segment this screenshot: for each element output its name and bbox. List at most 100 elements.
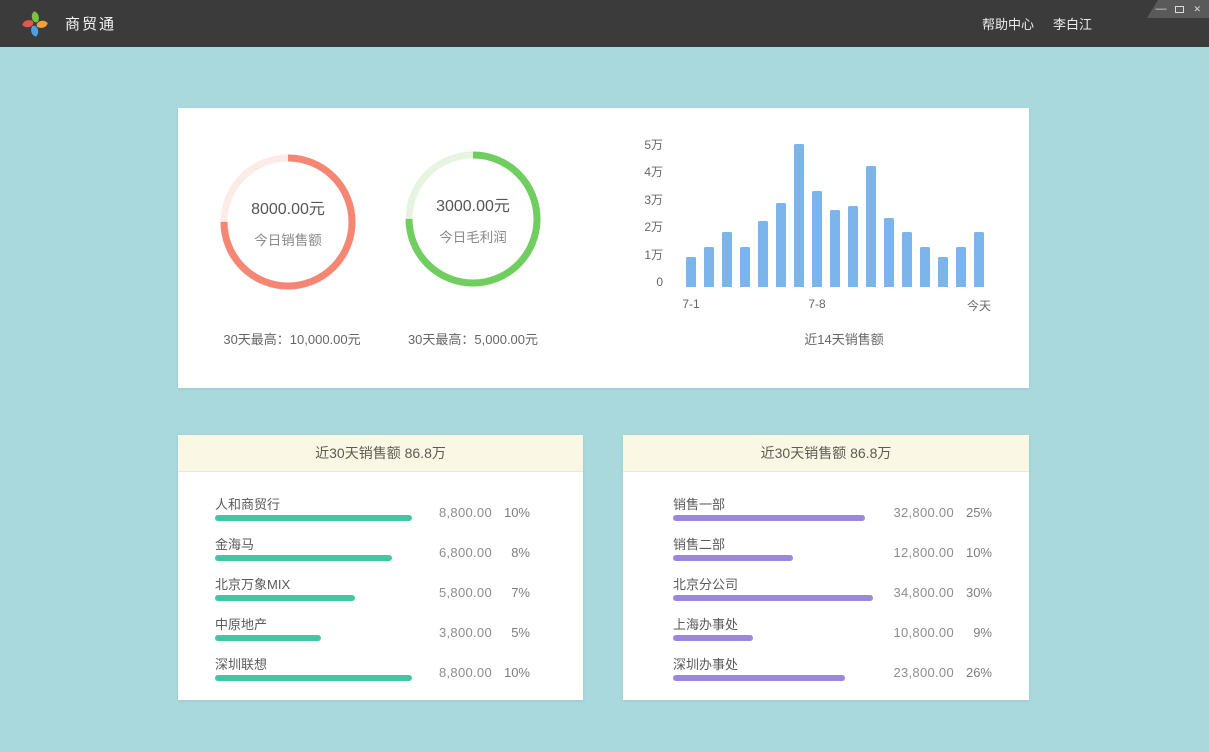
app-logo-pinwheel-icon: [20, 9, 50, 39]
bar-day-9[interactable]: [830, 210, 840, 287]
y-tick-label: 0: [616, 274, 663, 290]
rank-row: 深圳办事处 23,800.0026%: [673, 654, 992, 693]
today-profit-value: 3000.00元: [436, 192, 510, 216]
titlebar: 商贸通 帮助中心 李白江 — ✕: [0, 0, 1209, 47]
plot-area: [686, 141, 986, 287]
username-menu[interactable]: 李白江: [1053, 14, 1092, 33]
rank-percent: 9%: [954, 625, 992, 641]
rank-row: 金海马 6,800.008%: [215, 534, 530, 573]
rank-name: 上海办事处: [673, 614, 738, 633]
department-rank-header: 近30天销售额 86.8万: [623, 435, 1029, 472]
rank-percent: 8%: [492, 545, 530, 561]
rank-percent: 7%: [492, 585, 530, 601]
rank-row: 深圳联想 8,800.0010%: [215, 654, 530, 693]
rank-percent: 5%: [492, 625, 530, 641]
maximize-icon[interactable]: [1175, 6, 1184, 13]
today-sales-donut: 8000.00元 今日销售额: [213, 147, 363, 297]
department-rank-list: 销售一部 32,800.0025% 销售二部 12,800.0010% 北京分公司 34,…: [623, 472, 1029, 693]
rank-name: 销售一部: [673, 494, 725, 513]
rank-name: 北京万象MIX: [215, 574, 290, 593]
bar-day-2[interactable]: [704, 247, 714, 287]
today-sales-label: 今日销售额: [254, 229, 322, 249]
customer-rank-card: 近30天销售额 86.8万 人和商贸行8,800.0010%金海马6,800.0…: [178, 435, 583, 700]
sales-30d-max: 30天最高：10,000.00元: [192, 329, 392, 348]
rank-name: 金海马: [215, 534, 254, 553]
rank-bar: [215, 555, 392, 561]
rank-bar: [673, 555, 793, 561]
rank-value: 10,800.00: [879, 625, 954, 641]
x-tick-label: 今天: [967, 297, 991, 314]
rank-row: 人和商贸行 8,800.0010%: [215, 494, 530, 533]
bar-day-11[interactable]: [866, 166, 876, 287]
bar-day-7[interactable]: [794, 144, 804, 287]
bar-day-17[interactable]: [974, 232, 984, 287]
rank-value: 8,800.00: [417, 665, 492, 681]
rank-percent: 10%: [492, 505, 530, 521]
close-icon[interactable]: ✕: [1193, 4, 1201, 14]
y-tick-label: 4万: [616, 164, 663, 180]
x-tick-label: 7-8: [808, 297, 825, 311]
customer-rank-list: 人和商贸行8,800.0010%金海马6,800.008%北京万象MIX5,80…: [178, 472, 583, 693]
bar-day-1[interactable]: [686, 257, 696, 287]
y-tick-label: 1万: [616, 247, 663, 263]
rank-name: 人和商贸行: [215, 494, 280, 513]
bar-day-5[interactable]: [758, 221, 768, 287]
bar-day-4[interactable]: [740, 247, 750, 287]
y-tick-label: 2万: [616, 219, 663, 235]
bar-day-12[interactable]: [884, 218, 894, 287]
rank-row: 销售二部 12,800.0010%: [673, 534, 992, 573]
rank-value: 8,800.00: [417, 505, 492, 521]
y-tick-label: 5万: [616, 137, 663, 153]
department-rank-card: 近30天销售额 86.8万 销售一部 32,800.0025% 销售二部 12,800…: [623, 435, 1029, 700]
bar-day-6[interactable]: [776, 203, 786, 287]
today-sales-value: 8000.00元: [251, 195, 325, 219]
today-profit-label: 今日毛利润: [439, 226, 507, 246]
rank-name: 中原地产: [215, 614, 267, 633]
rank-bar: [215, 635, 321, 641]
rank-name: 北京分公司: [673, 574, 738, 593]
rank-name: 深圳办事处: [673, 654, 738, 673]
sales-14d-bar-chart: 5万 4万 3万 2万 1万 0 7-1 7-8 今天: [616, 137, 1006, 317]
rank-bar: [673, 635, 753, 641]
rank-bar: [215, 595, 355, 601]
profit-30d-max: 30天最高：5,000.00元: [373, 329, 573, 348]
rank-row: 中原地产 3,800.005%: [215, 614, 530, 653]
rank-percent: 26%: [954, 665, 992, 681]
rank-value: 23,800.00: [879, 665, 954, 681]
bar-day-13[interactable]: [902, 232, 912, 287]
rank-row: 北京分公司 34,800.0030%: [673, 574, 992, 613]
rank-value: 3,800.00: [417, 625, 492, 641]
y-tick-label: 3万: [616, 192, 663, 208]
rank-percent: 10%: [492, 665, 530, 681]
rank-value: 32,800.00: [879, 505, 954, 521]
chart-caption: 近14天销售额: [744, 329, 944, 348]
rank-row: 上海办事处 10,800.009%: [673, 614, 992, 653]
rank-row: 北京万象MIX 5,800.007%: [215, 574, 530, 613]
bar-day-10[interactable]: [848, 206, 858, 287]
app-title: 商贸通: [65, 13, 116, 34]
rank-value: 34,800.00: [879, 585, 954, 601]
rank-name: 深圳联想: [215, 654, 267, 673]
bar-day-3[interactable]: [722, 232, 732, 287]
rank-bar: [673, 675, 845, 681]
rank-percent: 10%: [954, 545, 992, 561]
overview-card: 8000.00元 今日销售额 30天最高：10,000.00元 3000.00元…: [178, 108, 1029, 388]
bar-day-15[interactable]: [938, 257, 948, 287]
rank-percent: 25%: [954, 505, 992, 521]
bar-day-16[interactable]: [956, 247, 966, 287]
bar-day-8[interactable]: [812, 191, 822, 287]
rank-row: 销售一部 32,800.0025%: [673, 494, 992, 533]
rank-bar: [215, 675, 412, 681]
rank-name: 销售二部: [673, 534, 725, 553]
rank-value: 12,800.00: [879, 545, 954, 561]
x-tick-label: 7-1: [682, 297, 699, 311]
help-center-link[interactable]: 帮助中心: [982, 14, 1034, 33]
rank-bar: [215, 515, 412, 521]
minimize-icon[interactable]: —: [1155, 4, 1166, 14]
rank-percent: 30%: [954, 585, 992, 601]
rank-bar: [673, 595, 873, 601]
rank-value: 5,800.00: [417, 585, 492, 601]
rank-value: 6,800.00: [417, 545, 492, 561]
window-controls: — ✕: [1147, 0, 1209, 18]
bar-day-14[interactable]: [920, 247, 930, 287]
